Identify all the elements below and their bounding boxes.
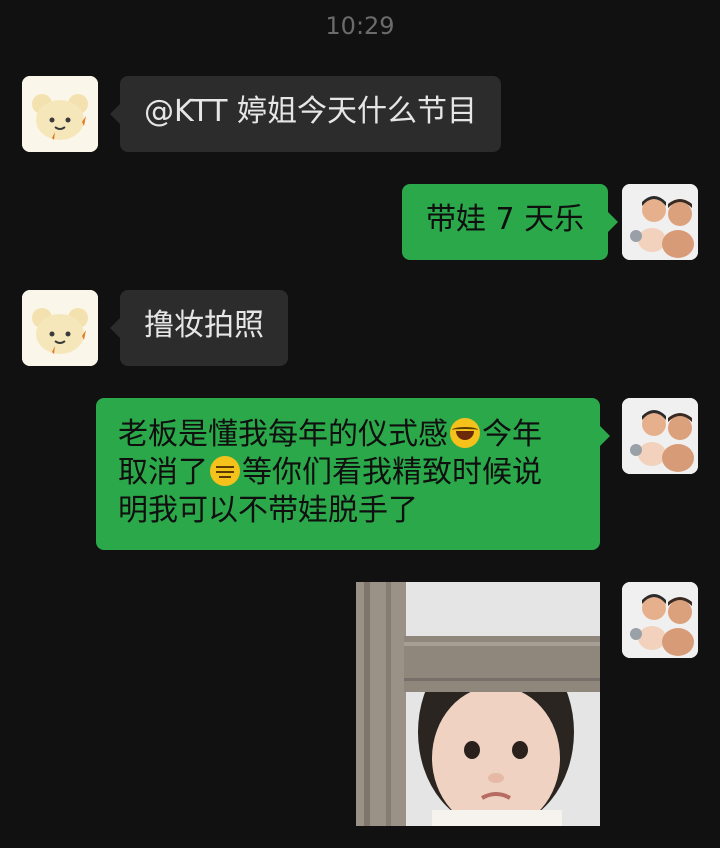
message-text: 明我可以不带娃脱手了 <box>118 493 418 528</box>
message-bubble-outgoing[interactable]: 老板是懂我每年的仪式感 今年 取消了 等你们看我精致时候说 明我可以不带娃脱手了 <box>96 398 610 550</box>
message-text: 带娃 7 天乐 <box>426 202 585 237</box>
message-text: 取消了 <box>118 455 208 490</box>
tears-of-joy-emoji-icon <box>450 418 480 448</box>
message-line: 老板是懂我每年的仪式感 今年 <box>118 416 578 454</box>
message-text: @KTT 婷姐今天什么节目 <box>144 94 478 129</box>
sheep-avatar-icon[interactable] <box>22 76 98 152</box>
message-line: 取消了 等你们看我精致时候说 <box>118 454 578 492</box>
message-bubble-incoming[interactable]: @KTT 婷姐今天什么节目 <box>109 76 502 152</box>
family-photo-avatar-icon[interactable] <box>622 398 698 474</box>
image-message[interactable] <box>356 582 600 826</box>
expressionless-emoji-icon <box>210 456 240 486</box>
message-line: 明我可以不带娃脱手了 <box>118 492 578 530</box>
message-text: 撸妆拍照 <box>144 308 264 343</box>
message-bubble-outgoing[interactable]: 带娃 7 天乐 <box>402 184 619 260</box>
family-photo-avatar-icon[interactable] <box>622 184 698 260</box>
message-text: 等你们看我精致时候说 <box>242 455 542 490</box>
family-photo-avatar-icon[interactable] <box>622 582 698 658</box>
sheep-avatar-icon[interactable] <box>22 290 98 366</box>
timestamp: 10:29 <box>325 12 395 40</box>
message-text: 老板是懂我每年的仪式感 <box>118 417 448 452</box>
message-text: 今年 <box>482 417 542 452</box>
message-bubble-incoming[interactable]: 撸妆拍照 <box>110 290 288 366</box>
